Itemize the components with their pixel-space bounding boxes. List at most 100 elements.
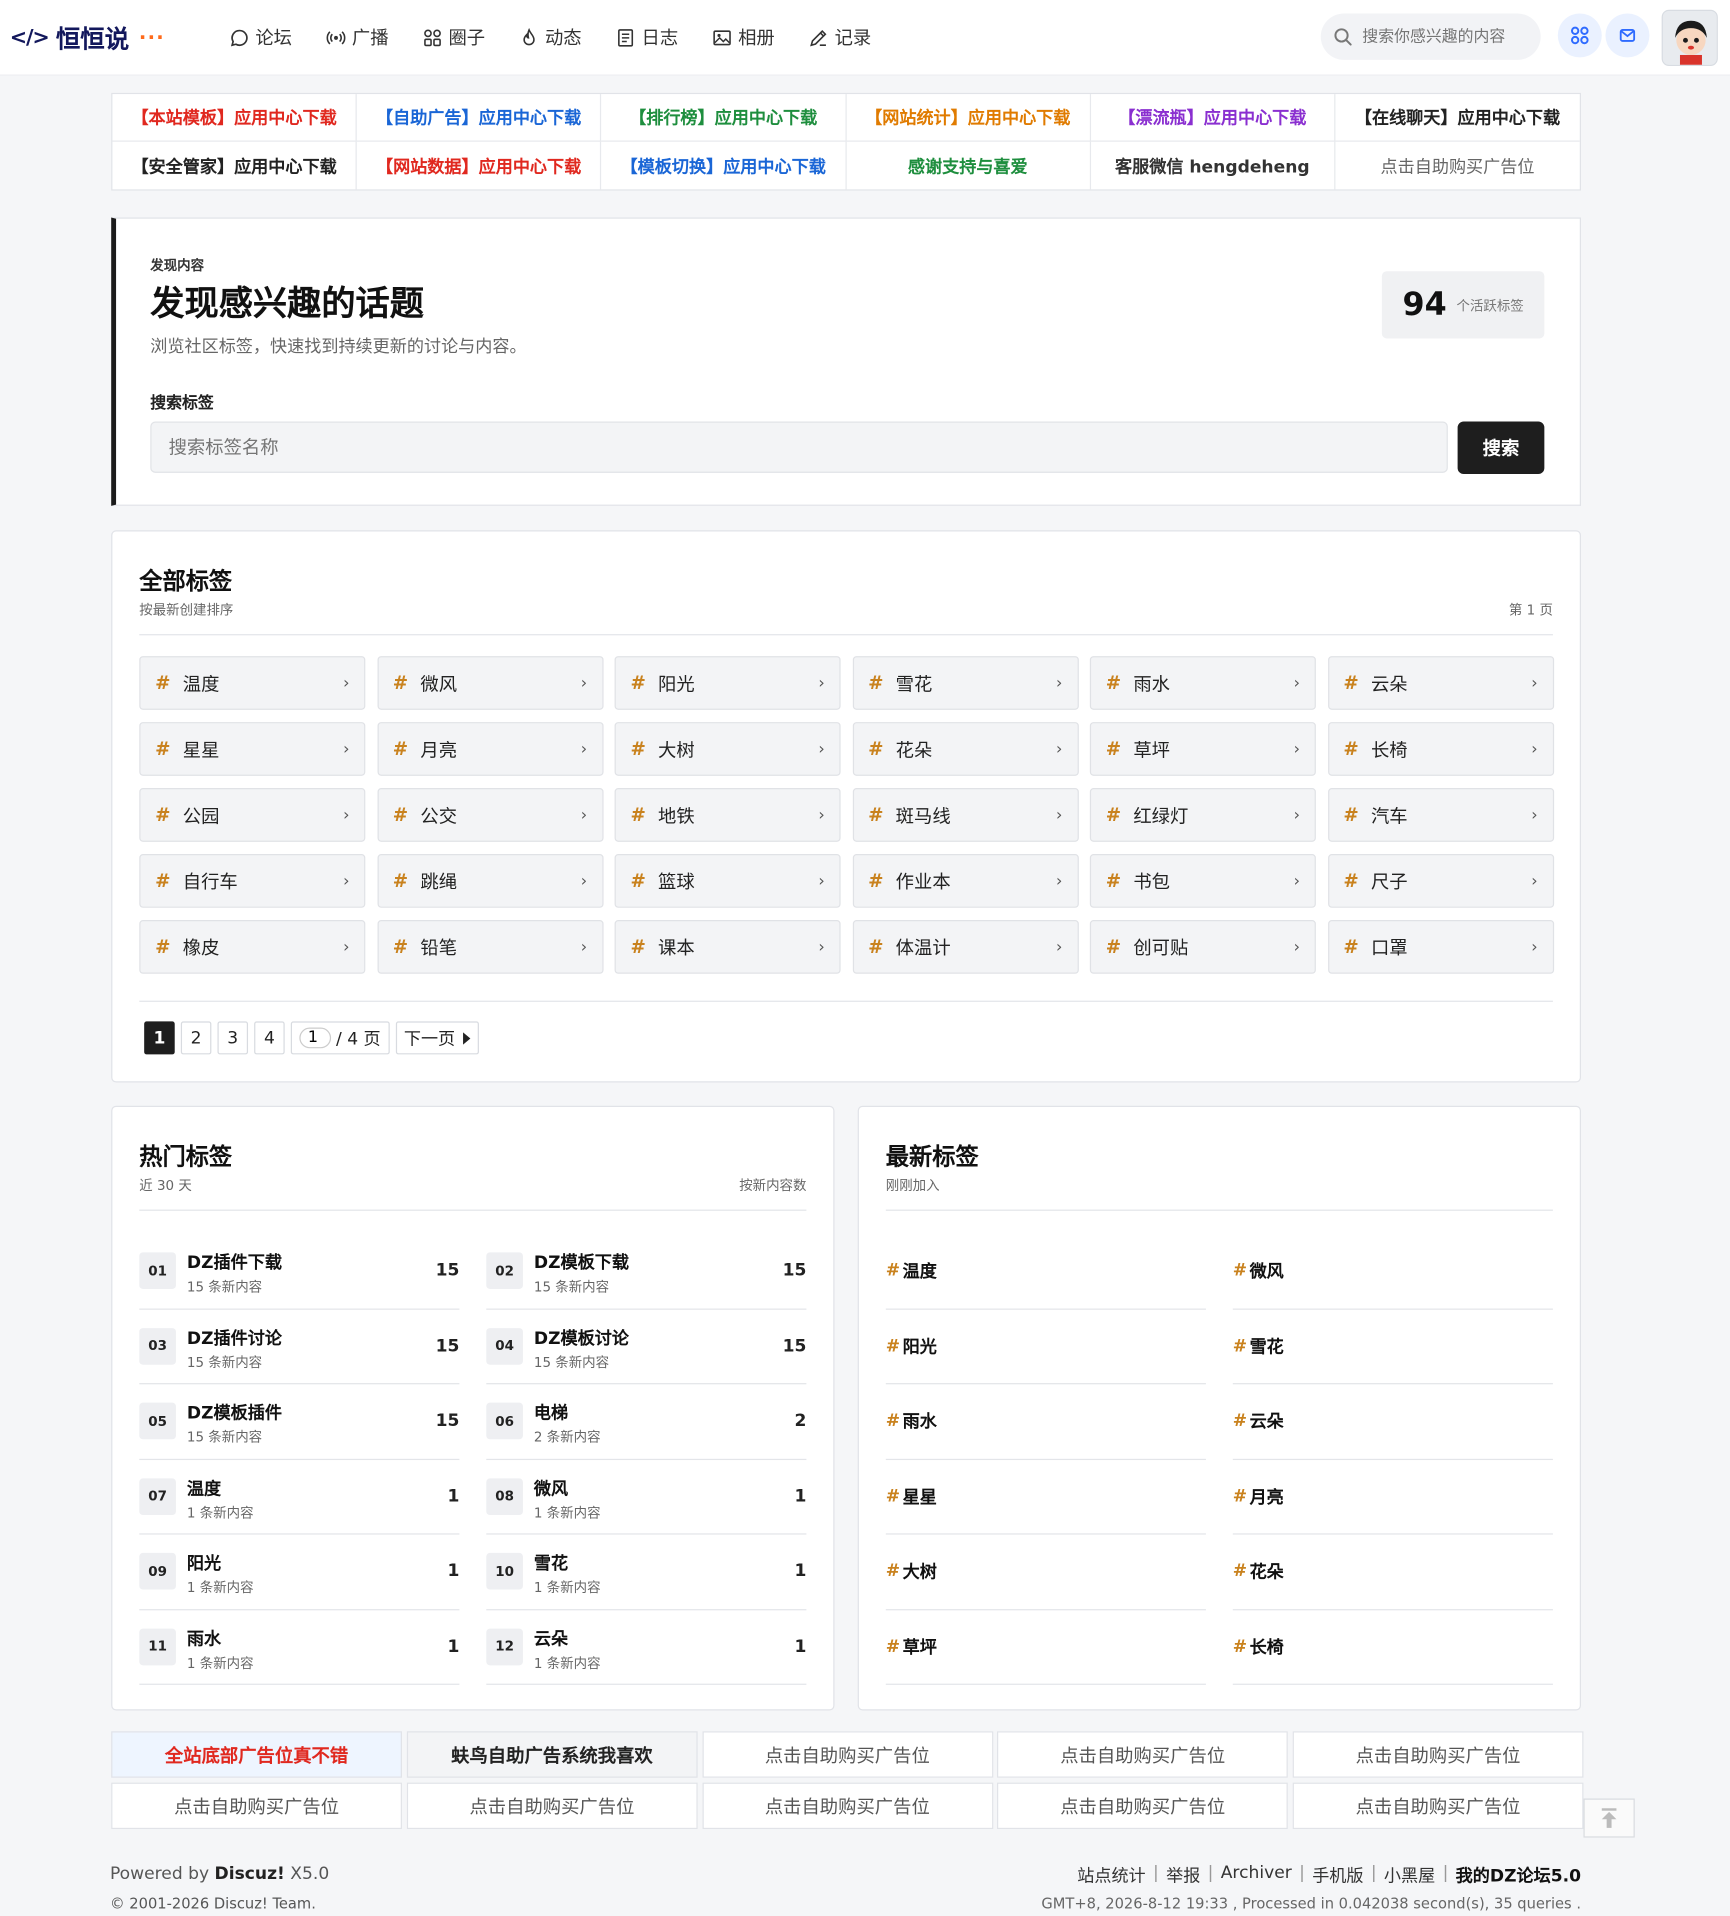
hot-tag-row[interactable]: 08 微风 1 条新内容 1 (486, 1459, 807, 1535)
tag-item[interactable]: # 课本 › (614, 920, 841, 974)
footer-link[interactable]: 站点统计 (1077, 1863, 1145, 1887)
new-tag-row[interactable]: # 星星 (885, 1459, 1206, 1535)
footer-link[interactable]: Archiver (1221, 1863, 1292, 1887)
top-ad-link[interactable]: 【在线聊天】应用中心下载 (1335, 94, 1580, 142)
tag-item[interactable]: # 汽车 › (1327, 788, 1554, 842)
tag-item[interactable]: # 微风 › (376, 656, 603, 710)
hot-tag-row[interactable]: 06 电梯 2 条新内容 2 (486, 1384, 807, 1460)
tag-item[interactable]: # 星星 › (139, 722, 366, 776)
tag-item[interactable]: # 地铁 › (614, 788, 841, 842)
tag-item[interactable]: # 温度 › (139, 656, 366, 710)
tag-item[interactable]: # 铅笔 › (376, 920, 603, 974)
new-tag-row[interactable]: # 雨水 (885, 1384, 1206, 1460)
footer-link[interactable]: 举报 (1166, 1863, 1200, 1887)
tag-item[interactable]: # 跳绳 › (376, 854, 603, 908)
nav-item-0[interactable]: 论坛 (230, 24, 292, 50)
site-logo[interactable]: </> 恒恒说 ··· (10, 20, 165, 55)
hot-tag-row[interactable]: 05 DZ模板插件 15 条新内容 15 (139, 1384, 459, 1460)
top-ad-link[interactable]: 【网站数据】应用中心下载 (357, 141, 602, 190)
top-ad-link[interactable]: 【自助广告】应用中心下载 (356, 94, 602, 142)
bottom-ad-link[interactable]: 蚨鸟自助广告系统我喜欢 (406, 1731, 698, 1778)
header-search[interactable] (1320, 13, 1541, 60)
page-button-3[interactable]: 3 (217, 1021, 249, 1055)
tag-item[interactable]: # 口罩 › (1327, 920, 1554, 974)
top-ad-link[interactable]: 感谢支持与喜爱 (846, 141, 1091, 190)
tag-item[interactable]: # 自行车 › (139, 854, 366, 908)
nav-item-1[interactable]: 广播 (326, 24, 389, 50)
tag-item[interactable]: # 斑马线 › (852, 788, 1079, 842)
bottom-ad-link[interactable]: 点击自助购买广告位 (997, 1731, 1289, 1778)
nav-item-2[interactable]: 圈子 (423, 24, 485, 50)
top-ad-link[interactable]: 点击自助购买广告位 (1335, 142, 1580, 190)
page-jump-input[interactable] (299, 1027, 332, 1049)
tag-item[interactable]: # 云朵 › (1327, 656, 1554, 710)
new-tag-row[interactable]: # 花朵 (1232, 1535, 1553, 1610)
bottom-ad-link[interactable]: 点击自助购买广告位 (111, 1782, 402, 1830)
tag-item[interactable]: # 雨水 › (1089, 656, 1316, 710)
hot-tag-row[interactable]: 03 DZ插件讨论 15 条新内容 15 (139, 1309, 459, 1385)
hot-tag-row[interactable]: 11 雨水 1 条新内容 1 (139, 1610, 459, 1685)
message-button[interactable] (1605, 13, 1650, 58)
nav-item-5[interactable]: 相册 (712, 24, 775, 50)
tag-item[interactable]: # 作业本 › (852, 854, 1079, 908)
tag-item[interactable]: # 公园 › (139, 788, 366, 842)
hot-tag-row[interactable]: 07 温度 1 条新内容 1 (139, 1459, 459, 1535)
tag-item[interactable]: # 草坪 › (1089, 722, 1316, 776)
footer-site-name[interactable]: 我的DZ论坛5.0 (1456, 1863, 1581, 1887)
tag-item[interactable]: # 雪花 › (852, 656, 1079, 710)
top-ad-link[interactable]: 【漂流瓶】应用中心下载 (1090, 94, 1336, 142)
top-ad-link[interactable]: 客服微信 hengdeheng (1091, 141, 1336, 190)
new-tag-row[interactable]: # 雪花 (1232, 1309, 1553, 1385)
hot-tag-row[interactable]: 02 DZ模板下载 15 条新内容 15 (486, 1234, 807, 1310)
nav-item-4[interactable]: 日志 (616, 24, 678, 50)
page-button-4[interactable]: 4 (254, 1021, 285, 1055)
tag-item[interactable]: # 红绿灯 › (1089, 788, 1316, 842)
tag-item[interactable]: # 橡皮 › (139, 920, 366, 974)
tag-item[interactable]: # 书包 › (1089, 854, 1316, 908)
footer-link[interactable]: 手机版 (1312, 1863, 1363, 1887)
top-ad-link[interactable]: 【排行榜】应用中心下载 (601, 94, 847, 142)
new-tag-row[interactable]: # 月亮 (1232, 1459, 1553, 1535)
back-to-top-button[interactable] (1583, 1798, 1635, 1838)
tag-item[interactable]: # 月亮 › (376, 722, 603, 776)
top-ad-link[interactable]: 【网站统计】应用中心下载 (846, 94, 1091, 142)
bottom-ad-link[interactable]: 点击自助购买广告位 (997, 1782, 1289, 1830)
tag-item[interactable]: # 公交 › (376, 788, 603, 842)
new-tag-row[interactable]: # 阳光 (885, 1309, 1206, 1385)
bottom-ad-link[interactable]: 点击自助购买广告位 (1292, 1731, 1584, 1778)
tag-item[interactable]: # 阳光 › (614, 656, 841, 710)
tag-item[interactable]: # 体温计 › (852, 920, 1079, 974)
bottom-ad-link[interactable]: 点击自助购买广告位 (406, 1782, 698, 1830)
page-jump[interactable]: / 4 页 (290, 1021, 390, 1055)
hot-tag-row[interactable]: 10 雪花 1 条新内容 1 (486, 1535, 807, 1610)
hot-tag-row[interactable]: 09 阳光 1 条新内容 1 (139, 1535, 459, 1610)
tag-search-button[interactable]: 搜索 (1457, 421, 1545, 475)
tag-item[interactable]: # 长椅 › (1327, 722, 1554, 776)
hot-tag-row[interactable]: 04 DZ模板讨论 15 条新内容 15 (486, 1309, 807, 1385)
next-page-button[interactable]: 下一页 (395, 1021, 479, 1055)
page-button-2[interactable]: 2 (180, 1021, 212, 1055)
top-ad-link[interactable]: 【模板切换】应用中心下载 (602, 141, 847, 190)
hot-tag-row[interactable]: 01 DZ插件下载 15 条新内容 15 (139, 1234, 459, 1310)
tag-item[interactable]: # 篮球 › (614, 854, 841, 908)
discuz-link[interactable]: Discuz! (215, 1864, 285, 1884)
apps-button[interactable] (1557, 13, 1602, 58)
top-ad-link[interactable]: 【本站模板】应用中心下载 (112, 94, 357, 142)
page-button-1[interactable]: 1 (144, 1021, 175, 1055)
nav-item-3[interactable]: 动态 (519, 24, 582, 50)
bottom-ad-link[interactable]: 全站底部广告位真不错 (111, 1731, 402, 1778)
top-ad-link[interactable]: 【安全管家】应用中心下载 (112, 141, 357, 190)
new-tag-row[interactable]: # 云朵 (1232, 1384, 1553, 1460)
user-avatar[interactable] (1661, 9, 1718, 66)
bottom-ad-link[interactable]: 点击自助购买广告位 (701, 1731, 993, 1778)
tag-item[interactable]: # 花朵 › (852, 722, 1079, 776)
footer-link[interactable]: 小黑屋 (1384, 1863, 1435, 1887)
tag-item[interactable]: # 创可贴 › (1089, 920, 1316, 974)
header-search-input[interactable] (1362, 27, 1522, 46)
bottom-ad-link[interactable]: 点击自助购买广告位 (1292, 1782, 1584, 1830)
bottom-ad-link[interactable]: 点击自助购买广告位 (701, 1782, 993, 1830)
new-tag-row[interactable]: # 草坪 (885, 1610, 1206, 1685)
tag-item[interactable]: # 尺子 › (1327, 854, 1554, 908)
new-tag-row[interactable]: # 微风 (1232, 1234, 1553, 1310)
new-tag-row[interactable]: # 长椅 (1232, 1610, 1553, 1685)
